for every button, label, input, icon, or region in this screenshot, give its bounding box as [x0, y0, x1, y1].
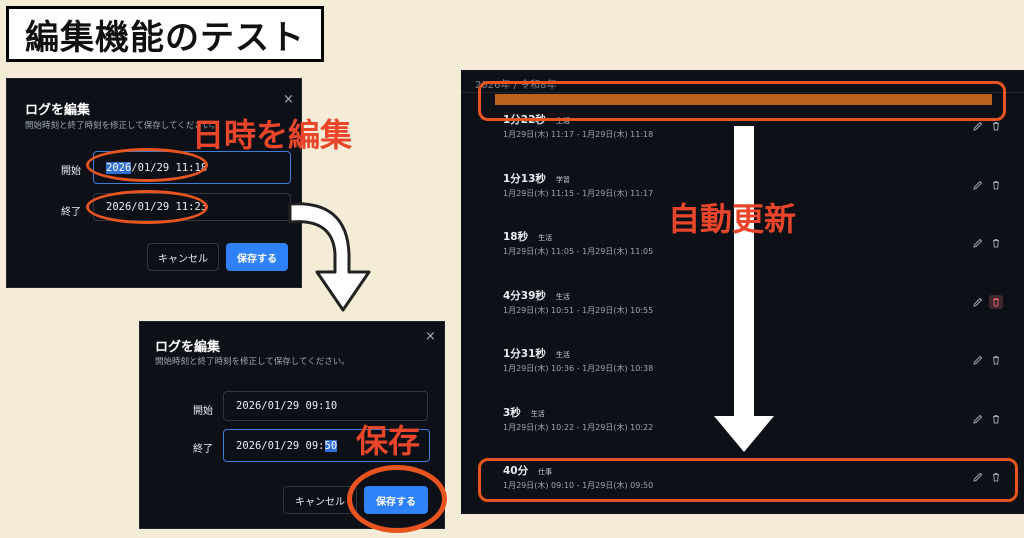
- entry-category: 生活: [530, 410, 545, 418]
- end-pre-text: 2026/01/29 09:: [236, 439, 325, 452]
- entry-duration-text: 4分39秒: [503, 290, 546, 302]
- entry-category: 学習: [555, 176, 570, 184]
- trash-icon[interactable]: [989, 178, 1003, 192]
- close-icon[interactable]: ×: [425, 329, 436, 344]
- entry-time-range: 1月29日(木) 10:22 - 1月29日(木) 10:22: [503, 423, 654, 432]
- entry-category: 生活: [555, 351, 570, 359]
- trash-icon[interactable]: [989, 295, 1003, 309]
- entry-time-range: 1月29日(木) 11:15 - 1月29日(木) 11:17: [503, 189, 654, 198]
- start-label: 開始: [61, 166, 81, 177]
- trash-icon[interactable]: [989, 236, 1003, 250]
- trash-icon[interactable]: [989, 412, 1003, 426]
- entry-duration: 4分39秒 生活: [503, 288, 570, 303]
- entry-duration-text: 3秒: [503, 407, 521, 419]
- entry-duration: 1分31秒 生活: [503, 346, 570, 361]
- entry-category: 生活: [538, 234, 553, 242]
- entry-duration: 3秒 生活: [503, 405, 545, 420]
- annotation-save: 保存: [356, 422, 421, 460]
- entry-duration-text: 1分31秒: [503, 348, 546, 360]
- annotation-edit-datetime: 日時を編集: [192, 116, 353, 154]
- pencil-icon[interactable]: [971, 178, 985, 192]
- entry-duration-text: 18秒: [503, 231, 529, 243]
- selected-text: 50: [324, 439, 338, 452]
- highlight-ring-start: [86, 148, 208, 182]
- cancel-button[interactable]: キャンセル: [283, 486, 357, 514]
- save-button[interactable]: 保存する: [226, 243, 288, 271]
- highlight-ring-save: [347, 465, 447, 533]
- highlight-rect-bottom: [478, 458, 1018, 502]
- entry-duration: 1分13秒 学習: [503, 171, 570, 186]
- entry-time-range: 1月29日(木) 10:36 - 1月29日(木) 10:38: [503, 364, 654, 373]
- curved-arrow-icon: [288, 202, 371, 312]
- pencil-icon[interactable]: [971, 412, 985, 426]
- entry-duration-text: 1分13秒: [503, 173, 546, 185]
- highlight-rect-top: [478, 81, 1006, 121]
- pencil-icon[interactable]: [971, 119, 985, 133]
- close-icon[interactable]: ×: [283, 92, 294, 107]
- trash-icon[interactable]: [989, 119, 1003, 133]
- down-arrow-icon: [714, 126, 774, 452]
- entry-time-range: 1月29日(木) 11:17 - 1月29日(木) 11:18: [503, 130, 654, 139]
- start-label: 開始: [193, 406, 213, 417]
- entry-time-range: 1月29日(木) 11:05 - 1月29日(木) 11:05: [503, 247, 654, 256]
- entry-time-range: 1月29日(木) 10:51 - 1月29日(木) 10:55: [503, 306, 654, 315]
- pencil-icon[interactable]: [971, 236, 985, 250]
- dialog-subtitle: 開始時刻と終了時刻を修正して保存してください。: [155, 357, 350, 367]
- entry-duration: 18秒 生活: [503, 229, 552, 244]
- highlight-ring-end: [86, 190, 208, 224]
- entry-category: 生活: [555, 293, 570, 301]
- pencil-icon[interactable]: [971, 295, 985, 309]
- dialog-title: ログを編集: [25, 103, 91, 118]
- cancel-button[interactable]: キャンセル: [147, 243, 219, 271]
- annotation-auto-update: 自動更新: [668, 200, 797, 238]
- pencil-icon[interactable]: [971, 353, 985, 367]
- end-label: 終了: [193, 444, 213, 455]
- page-title: 編集機能のテスト: [6, 6, 324, 62]
- end-label: 終了: [61, 207, 81, 218]
- start-value-text: 2026/01/29 09:10: [236, 400, 338, 412]
- dialog-title: ログを編集: [155, 340, 221, 355]
- trash-icon[interactable]: [989, 353, 1003, 367]
